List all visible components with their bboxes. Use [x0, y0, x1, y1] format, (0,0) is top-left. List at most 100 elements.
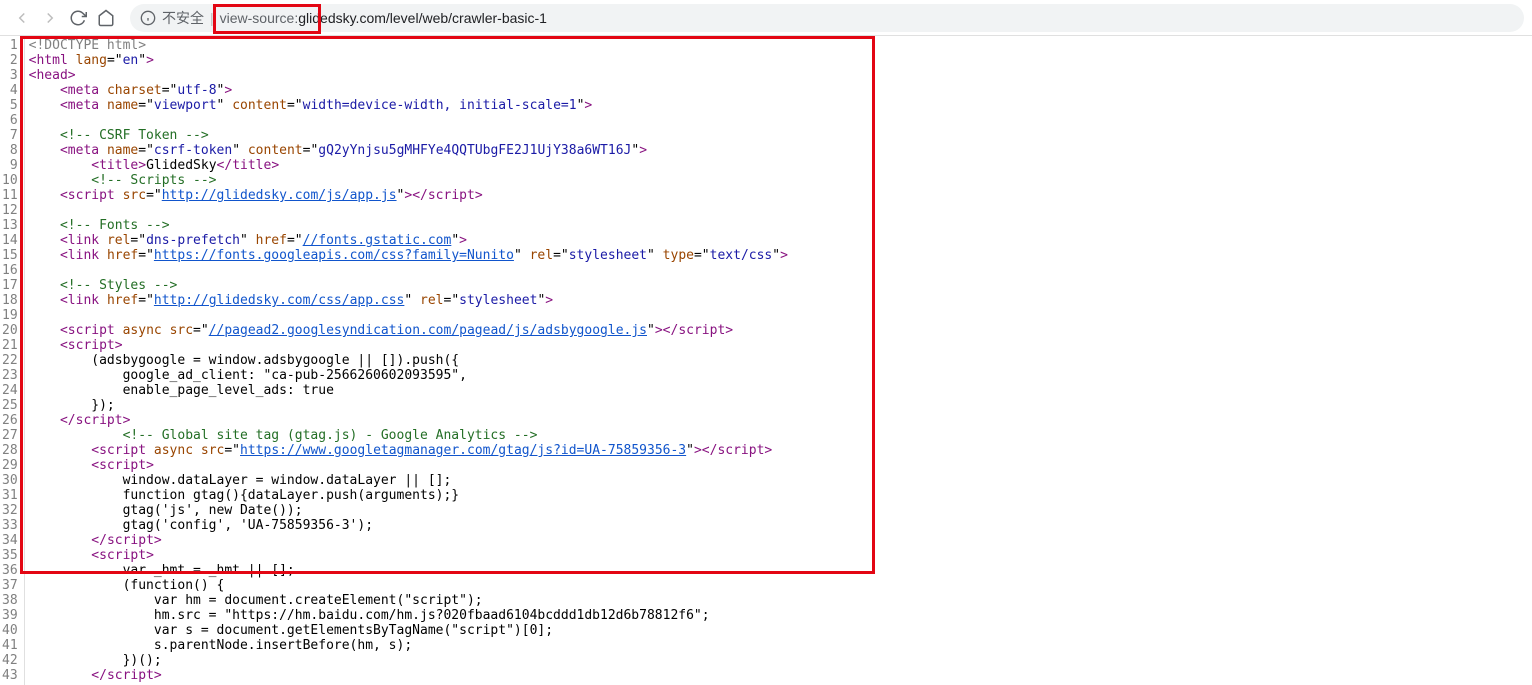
- code-line[interactable]: [29, 113, 788, 128]
- code-line[interactable]: gtag('js', new Date());: [29, 503, 788, 518]
- line-number: 35: [2, 548, 18, 563]
- line-number: 2: [2, 53, 18, 68]
- line-number: 6: [2, 113, 18, 128]
- source-link[interactable]: //fonts.gstatic.com: [303, 233, 452, 248]
- code-line[interactable]: <!-- CSRF Token -->: [29, 128, 788, 143]
- line-number: 33: [2, 518, 18, 533]
- source-link[interactable]: https://www.googletagmanager.com/gtag/js…: [240, 443, 686, 458]
- code-line[interactable]: gtag('config', 'UA-75859356-3');: [29, 518, 788, 533]
- line-number: 13: [2, 218, 18, 233]
- code-line[interactable]: s.parentNode.insertBefore(hm, s);: [29, 638, 788, 653]
- reload-button[interactable]: [64, 4, 92, 32]
- code-line[interactable]: var s = document.getElementsByTagName("s…: [29, 623, 788, 638]
- source-view: 1234567891011121314151617181920212223242…: [0, 36, 1532, 685]
- code-line[interactable]: <meta name="viewport" content="width=dev…: [29, 98, 788, 113]
- code-line[interactable]: <title>GlidedSky</title>: [29, 158, 788, 173]
- code-line[interactable]: enable_page_level_ads: true: [29, 383, 788, 398]
- line-number: 42: [2, 653, 18, 668]
- back-button[interactable]: [8, 4, 36, 32]
- line-number: 18: [2, 293, 18, 308]
- address-bar[interactable]: 不安全 | view-source: glidedsky.com/level/w…: [130, 4, 1524, 32]
- source-code[interactable]: <!DOCTYPE html><html lang="en"><head> <m…: [25, 36, 788, 685]
- code-line[interactable]: google_ad_client: "ca-pub-25662606020935…: [29, 368, 788, 383]
- code-line[interactable]: </script>: [29, 668, 788, 683]
- line-gutter: 1234567891011121314151617181920212223242…: [0, 36, 25, 685]
- separator: |: [210, 10, 214, 26]
- line-number: 14: [2, 233, 18, 248]
- code-line[interactable]: <html lang="en">: [29, 53, 788, 68]
- line-number: 15: [2, 248, 18, 263]
- line-number: 31: [2, 488, 18, 503]
- line-number: 23: [2, 368, 18, 383]
- line-number: 43: [2, 668, 18, 683]
- line-number: 32: [2, 503, 18, 518]
- source-link[interactable]: https://fonts.googleapis.com/css?family=…: [154, 248, 514, 263]
- code-line[interactable]: <script async src="https://www.googletag…: [29, 443, 788, 458]
- source-link[interactable]: http://glidedsky.com/js/app.js: [162, 188, 397, 203]
- line-number: 11: [2, 188, 18, 203]
- source-link[interactable]: //pagead2.googlesyndication.com/pagead/j…: [209, 323, 647, 338]
- code-line[interactable]: <!-- Fonts -->: [29, 218, 788, 233]
- code-line[interactable]: <script async src="//pagead2.googlesyndi…: [29, 323, 788, 338]
- code-line[interactable]: <link rel="dns-prefetch" href="//fonts.g…: [29, 233, 788, 248]
- line-number: 16: [2, 263, 18, 278]
- code-line[interactable]: </script>: [29, 413, 788, 428]
- code-line[interactable]: var hm = document.createElement("script"…: [29, 593, 788, 608]
- code-line[interactable]: <!-- Scripts -->: [29, 173, 788, 188]
- code-line[interactable]: <meta charset="utf-8">: [29, 83, 788, 98]
- security-label: 不安全: [162, 8, 204, 28]
- code-line[interactable]: [29, 203, 788, 218]
- line-number: 22: [2, 353, 18, 368]
- line-number: 36: [2, 563, 18, 578]
- code-line[interactable]: [29, 263, 788, 278]
- code-line[interactable]: <head>: [29, 68, 788, 83]
- line-number: 12: [2, 203, 18, 218]
- code-line[interactable]: function gtag(){dataLayer.push(arguments…: [29, 488, 788, 503]
- line-number: 20: [2, 323, 18, 338]
- code-line[interactable]: });: [29, 398, 788, 413]
- code-line[interactable]: <!-- Global site tag (gtag.js) - Google …: [29, 428, 788, 443]
- line-number: 9: [2, 158, 18, 173]
- code-line[interactable]: </script>: [29, 533, 788, 548]
- line-number: 8: [2, 143, 18, 158]
- info-icon: [140, 10, 156, 26]
- line-number: 27: [2, 428, 18, 443]
- source-link[interactable]: http://glidedsky.com/css/app.css: [154, 293, 404, 308]
- code-line[interactable]: var _hmt = _hmt || [];: [29, 563, 788, 578]
- line-number: 7: [2, 128, 18, 143]
- code-line[interactable]: window.dataLayer = window.dataLayer || […: [29, 473, 788, 488]
- line-number: 37: [2, 578, 18, 593]
- browser-toolbar: 不安全 | view-source: glidedsky.com/level/w…: [0, 0, 1532, 36]
- code-line[interactable]: })();: [29, 653, 788, 668]
- code-line[interactable]: <script>: [29, 338, 788, 353]
- code-line[interactable]: (function() {: [29, 578, 788, 593]
- url-prefix: view-source:: [220, 10, 299, 26]
- code-line[interactable]: <!DOCTYPE html>: [29, 38, 788, 53]
- code-line[interactable]: <!-- Styles -->: [29, 278, 788, 293]
- code-line[interactable]: hm.src = "https://hm.baidu.com/hm.js?020…: [29, 608, 788, 623]
- line-number: 40: [2, 623, 18, 638]
- line-number: 39: [2, 608, 18, 623]
- line-number: 10: [2, 173, 18, 188]
- forward-button[interactable]: [36, 4, 64, 32]
- code-line[interactable]: [29, 308, 788, 323]
- url-text: glidedsky.com/level/web/crawler-basic-1: [298, 10, 547, 26]
- line-number: 41: [2, 638, 18, 653]
- line-number: 29: [2, 458, 18, 473]
- line-number: 26: [2, 413, 18, 428]
- line-number: 17: [2, 278, 18, 293]
- code-line[interactable]: <script src="http://glidedsky.com/js/app…: [29, 188, 788, 203]
- line-number: 1: [2, 38, 18, 53]
- home-button[interactable]: [92, 4, 120, 32]
- code-line[interactable]: <link href="http://glidedsky.com/css/app…: [29, 293, 788, 308]
- line-number: 24: [2, 383, 18, 398]
- line-number: 21: [2, 338, 18, 353]
- code-line[interactable]: (adsbygoogle = window.adsbygoogle || [])…: [29, 353, 788, 368]
- code-line[interactable]: <script>: [29, 548, 788, 563]
- line-number: 28: [2, 443, 18, 458]
- line-number: 38: [2, 593, 18, 608]
- code-line[interactable]: <link href="https://fonts.googleapis.com…: [29, 248, 788, 263]
- line-number: 30: [2, 473, 18, 488]
- code-line[interactable]: <script>: [29, 458, 788, 473]
- code-line[interactable]: <meta name="csrf-token" content="gQ2yYnj…: [29, 143, 788, 158]
